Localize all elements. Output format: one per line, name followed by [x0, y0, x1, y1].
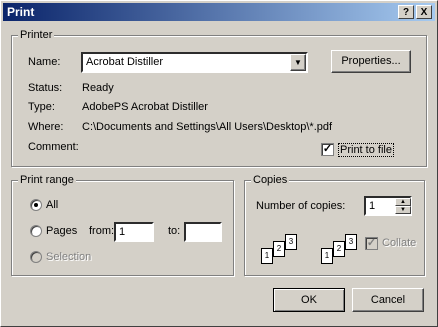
- where-value: C:\Documents and Settings\All Users\Desk…: [82, 121, 333, 133]
- status-value: Ready: [82, 82, 114, 94]
- dialog-title: Print: [7, 5, 35, 19]
- collate-page-2b: 2: [333, 241, 345, 257]
- selection-label: Selection: [46, 251, 92, 263]
- ok-button[interactable]: OK: [273, 288, 345, 312]
- from-label: from:: [89, 225, 115, 237]
- all-radio[interactable]: [30, 199, 42, 211]
- copies-legend: Copies: [251, 174, 290, 186]
- type-value: AdobePS Acrobat Distiller: [82, 101, 208, 113]
- status-label: Status:: [28, 82, 63, 94]
- cancel-button[interactable]: Cancel: [352, 288, 424, 312]
- collate-page-1: 1: [261, 248, 273, 264]
- print-to-file-label[interactable]: Print to file: [338, 143, 394, 157]
- pages-label[interactable]: Pages: [46, 225, 77, 237]
- selection-radio[interactable]: [30, 251, 42, 263]
- properties-button[interactable]: Properties...: [331, 50, 411, 73]
- pages-radio[interactable]: [30, 225, 42, 237]
- to-input[interactable]: [184, 222, 222, 242]
- collate-page-2: 2: [273, 241, 285, 257]
- title-bar[interactable]: Print ? X: [3, 3, 435, 21]
- help-button[interactable]: ?: [398, 5, 414, 19]
- collate-page-3b: 3: [345, 234, 357, 250]
- print-dialog: Print ? X Printer Name: Acrobat Distille…: [0, 0, 438, 327]
- name-label: Name:: [28, 56, 61, 68]
- spin-up-icon[interactable]: ▲: [395, 198, 411, 206]
- printer-name-value: Acrobat Distiller: [86, 56, 164, 68]
- from-input[interactable]: 1: [114, 222, 154, 242]
- chevron-down-icon[interactable]: ▼: [290, 54, 306, 71]
- print-range-legend: Print range: [18, 174, 76, 186]
- collate-page-3: 3: [285, 234, 297, 250]
- to-label: to:: [168, 225, 181, 237]
- copies-value: 1: [369, 200, 376, 212]
- where-label: Where:: [28, 121, 64, 133]
- comment-label: Comment:: [28, 141, 79, 153]
- collate-label: Collate: [382, 237, 417, 249]
- collate-checkbox[interactable]: ✓: [365, 237, 378, 250]
- printer-legend: Printer: [18, 29, 55, 41]
- close-button[interactable]: X: [416, 5, 432, 19]
- print-to-file-checkbox[interactable]: ✓: [321, 143, 334, 156]
- type-label: Type:: [28, 101, 55, 113]
- printer-name-select[interactable]: Acrobat Distiller ▼: [81, 52, 308, 73]
- all-label[interactable]: All: [46, 199, 58, 211]
- collate-page-1b: 1: [321, 248, 333, 264]
- spin-down-icon[interactable]: ▼: [395, 206, 411, 214]
- number-of-copies-label: Number of copies:: [256, 200, 346, 212]
